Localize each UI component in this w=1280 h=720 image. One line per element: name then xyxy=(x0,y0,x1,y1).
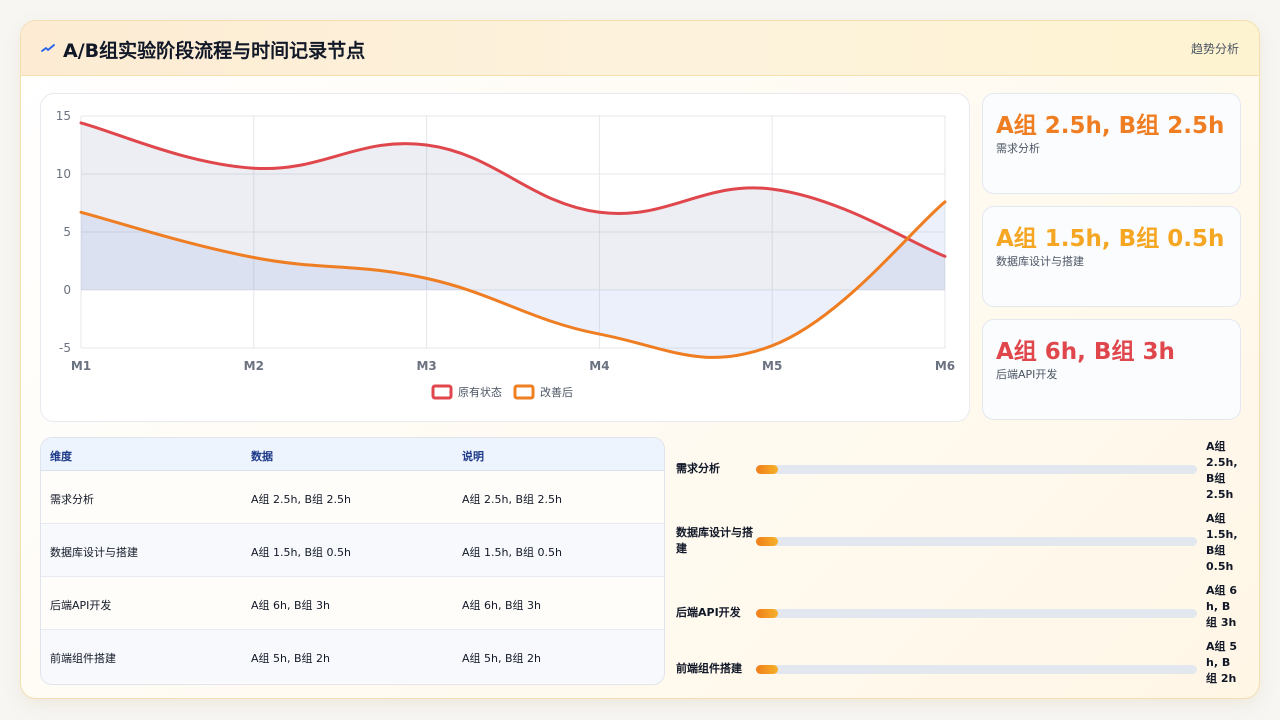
stat-card-1: A组 2.5h, B组 2.5h 需求分析 xyxy=(982,93,1241,194)
progress-row: 前端组件搭建 A组 5h, B组 2h xyxy=(676,639,1241,698)
legend-swatch xyxy=(513,384,535,400)
header: A/B组实验阶段流程与时间记录节点 趋势分析 xyxy=(21,21,1259,76)
stat-value: A组 2.5h, B组 2.5h xyxy=(996,113,1225,139)
table-cell: 后端API开发 xyxy=(50,599,112,612)
progress-fill xyxy=(756,609,779,618)
stat-card-3: A组 6h, B组 3h 后端API开发 xyxy=(982,319,1241,420)
stat-label: 数据库设计与搭建 xyxy=(996,255,1084,268)
table-cell: A组 2.5h, B组 2.5h xyxy=(462,493,562,506)
progress-value: A组 5h, B组 2h xyxy=(1206,640,1237,685)
table-cell: 需求分析 xyxy=(50,493,94,506)
progress-label: 数据库设计与搭建 xyxy=(676,526,753,555)
x-tick-label: M1 xyxy=(71,359,91,373)
progress-track xyxy=(756,465,1197,474)
progress-label: 前端组件搭建 xyxy=(676,662,742,675)
progress-row: 数据库设计与搭建 A组 1.5h, B组 0.5h xyxy=(676,511,1241,573)
stat-label: 后端API开发 xyxy=(996,368,1058,381)
progress-track xyxy=(756,537,1197,546)
legend-label: 改善后 xyxy=(540,385,573,399)
chart-panel: 15 10 5 0 -5 M1 M2 M3 M4 M5 M6 原有状态 改善后 xyxy=(40,93,970,422)
x-tick-label: M5 xyxy=(762,359,782,373)
y-tick-label: 15 xyxy=(56,109,71,123)
table-cell: 前端组件搭建 xyxy=(50,652,116,665)
progress-value: A组 1.5h, B组 0.5h xyxy=(1206,512,1238,573)
progress-label: 需求分析 xyxy=(676,462,720,475)
column-header-dimension: 维度 xyxy=(50,450,72,463)
table-row: 数据库设计与搭建 A组 1.5h, B组 0.5h A组 1.5h, B组 0.… xyxy=(41,524,664,577)
progress-value: A组 2.5h, B组 2.5h xyxy=(1206,440,1238,501)
progress-row: 需求分析 A组 2.5h, B组 2.5h xyxy=(676,439,1241,501)
table-cell: A组 2.5h, B组 2.5h xyxy=(251,493,351,506)
column-header-note: 说明 xyxy=(462,450,484,463)
table-cell: A组 5h, B组 2h xyxy=(462,652,541,665)
page-title: A/B组实验阶段流程与时间记录节点 xyxy=(63,40,366,62)
progress-track xyxy=(756,665,1197,674)
trend-analysis-link[interactable]: 趋势分析 xyxy=(1191,40,1239,57)
table-cell: 数据库设计与搭建 xyxy=(50,546,138,559)
column-header-data: 数据 xyxy=(251,450,273,463)
progress-fill xyxy=(756,665,779,674)
table-cell: A组 1.5h, B组 0.5h xyxy=(251,546,351,559)
activity-icon xyxy=(41,41,57,57)
dashboard-card: A/B组实验阶段流程与时间记录节点 趋势分析 15 10 5 0 -5 M1 M2 M3 M4 M… xyxy=(20,20,1260,699)
x-tick-label: M4 xyxy=(589,359,609,373)
progress-track xyxy=(756,609,1197,618)
x-tick-label: M6 xyxy=(935,359,955,373)
stat-value: A组 6h, B组 3h xyxy=(996,339,1175,365)
y-tick-label: 0 xyxy=(63,283,71,297)
table-cell: A组 6h, B组 3h xyxy=(462,599,541,612)
x-tick-label: M2 xyxy=(244,359,264,373)
y-tick-label: 10 xyxy=(56,167,71,181)
progress-fill xyxy=(756,465,779,474)
progress-fill xyxy=(756,537,779,546)
x-tick-label: M3 xyxy=(416,359,436,373)
progress-label: 后端API开发 xyxy=(676,606,741,619)
table-row: 前端组件搭建 A组 5h, B组 2h A组 5h, B组 2h xyxy=(41,630,664,683)
stat-label: 需求分析 xyxy=(996,142,1040,155)
stat-value: A组 1.5h, B组 0.5h xyxy=(996,226,1225,252)
table-header: 维度 数据 说明 xyxy=(41,438,664,471)
legend-label: 原有状态 xyxy=(458,385,502,399)
table-cell: A组 6h, B组 3h xyxy=(251,599,330,612)
table-cell: A组 1.5h, B组 0.5h xyxy=(462,546,562,559)
table-cell: A组 5h, B组 2h xyxy=(251,652,330,665)
progress-row: 后端API开发 A组 6h, B组 3h xyxy=(676,583,1241,643)
y-tick-label: -5 xyxy=(59,341,71,355)
table-row: 需求分析 A组 2.5h, B组 2.5h A组 2.5h, B组 2.5h xyxy=(41,471,664,524)
table-row: 后端API开发 A组 6h, B组 3h A组 6h, B组 3h xyxy=(41,577,664,630)
area-chart: 15 10 5 0 -5M1 M2 M3 M4 M5 M6 原有状态 改善后 xyxy=(56,109,955,400)
progress-value: A组 6h, B组 3h xyxy=(1206,584,1237,629)
stat-card-2: A组 1.5h, B组 0.5h 数据库设计与搭建 xyxy=(982,206,1241,307)
progress-list: 需求分析 A组 2.5h, B组 2.5h 数据库设计与搭建 A组 1.5h, … xyxy=(676,437,1241,687)
data-table: 维度 数据 说明 需求分析 A组 2.5h, B组 2.5h A组 2.5h, … xyxy=(40,437,665,685)
legend-swatch xyxy=(431,384,453,400)
y-tick-label: 5 xyxy=(63,225,71,239)
